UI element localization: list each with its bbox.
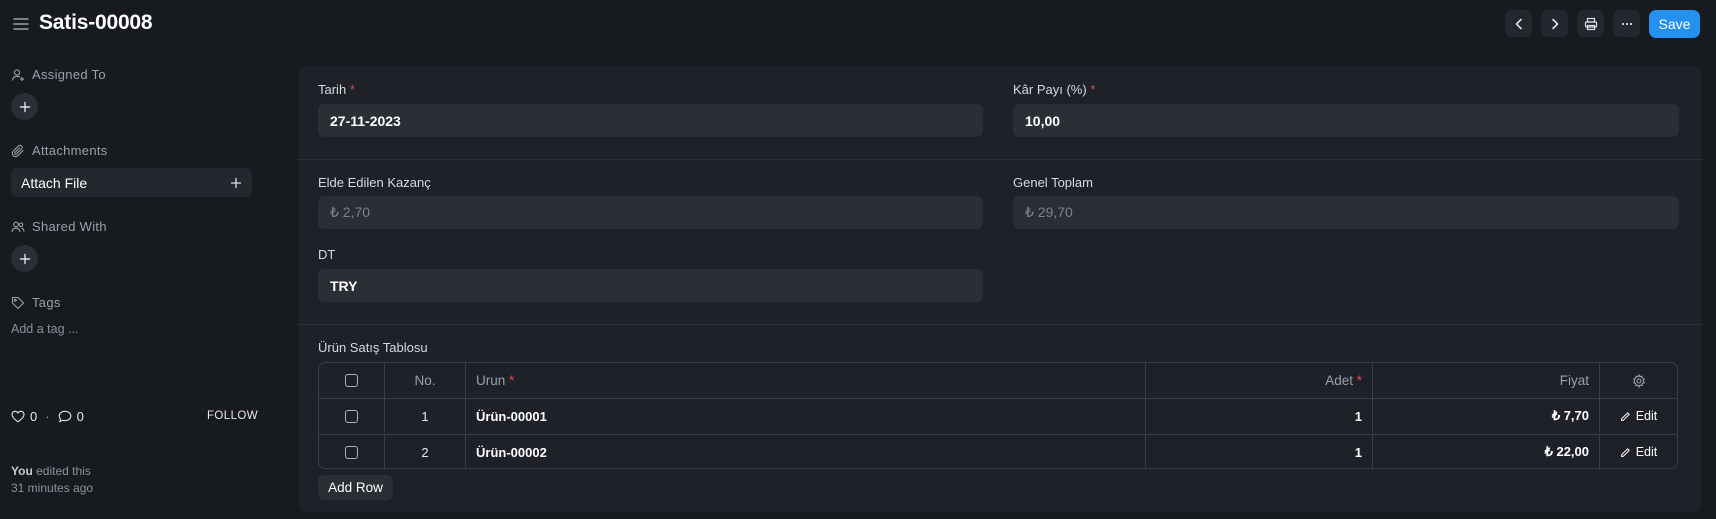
row-fiyat[interactable]: ₺ 7,70 [1373, 399, 1600, 433]
col-header-adet: Adet * [1146, 363, 1373, 398]
select-all-checkbox[interactable] [345, 374, 358, 387]
comment-icon[interactable] [58, 410, 72, 423]
row-urun[interactable]: Ürün-00002 [466, 435, 1146, 468]
chevron-right-icon [1551, 18, 1558, 29]
row-select-cell [319, 435, 385, 468]
dt-label: DT [318, 247, 336, 262]
assigned-to-section: Assigned To [11, 67, 106, 82]
attach-file-label: Attach File [21, 174, 88, 191]
heart-icon[interactable] [11, 410, 25, 423]
previous-doc-button[interactable] [1505, 10, 1532, 37]
more-actions-button[interactable] [1613, 10, 1640, 37]
attachments-label: Attachments [32, 143, 108, 158]
pencil-icon [1620, 411, 1630, 421]
next-doc-button[interactable] [1541, 10, 1568, 37]
add-row-button[interactable]: Add Row [318, 475, 393, 500]
tags-section: Tags [11, 295, 61, 310]
row-adet[interactable]: 1 [1146, 435, 1373, 468]
add-share-button[interactable] [11, 245, 38, 272]
row-edit-cell: Edit [1600, 435, 1677, 468]
row-adet[interactable]: 1 [1146, 399, 1373, 433]
section-divider [298, 159, 1702, 160]
plus-icon [19, 253, 30, 264]
like-comment-bar: 0 · 0 [11, 409, 84, 424]
urun-satis-table: No. Urun * Adet * Fiyat 1 Ürün-00001 1 ₺… [318, 362, 1678, 469]
follow-button[interactable]: FOLLOW [207, 410, 258, 422]
row-checkbox[interactable] [345, 445, 358, 459]
kar-payi-input[interactable]: 10,00 [1013, 104, 1679, 137]
more-horizontal-icon [1621, 22, 1632, 25]
shared-with-label: Shared With [32, 219, 107, 234]
add-assignee-button[interactable] [11, 93, 38, 120]
genel-toplam-label: Genel Toplam [1013, 175, 1093, 190]
activity-time: 31 minutes ago [11, 481, 94, 495]
plus-icon [230, 177, 242, 188]
kazanc-label: Elde Edilen Kazanç [318, 175, 431, 190]
paperclip-icon [11, 144, 24, 157]
row-edit-label: Edit [1635, 409, 1658, 423]
col-header-fiyat: Fiyat [1373, 363, 1600, 398]
row-edit-cell: Edit [1600, 399, 1677, 433]
add-tag-link[interactable]: Add a tag ... [11, 322, 78, 336]
kazanc-field: ₺ 2,70 [318, 196, 983, 229]
sidebar-toggle-icon[interactable] [12, 16, 30, 32]
table-row[interactable]: 2 Ürün-00002 1 ₺ 22,00 Edit [319, 434, 1677, 468]
printer-icon [1584, 17, 1597, 30]
col-header-no: No. [385, 363, 466, 398]
pencil-icon [1620, 447, 1630, 457]
separator-dot: · [45, 409, 50, 424]
select-all-cell [319, 363, 385, 398]
print-button[interactable] [1577, 10, 1604, 37]
activity-log: You edited this 31 minutes ago [11, 463, 93, 497]
activity-text: edited this [36, 464, 91, 478]
section-divider [298, 324, 1702, 325]
kar-payi-label: Kâr Payı (%) * [1013, 82, 1096, 97]
row-select-cell [319, 399, 385, 433]
tarih-label: Tarih * [318, 82, 355, 97]
user-add-icon [11, 68, 24, 81]
activity-user: You [11, 464, 33, 478]
column-settings-button[interactable] [1600, 363, 1677, 398]
col-header-urun: Urun * [466, 363, 1146, 398]
gear-icon [1632, 373, 1645, 388]
assigned-to-label: Assigned To [32, 67, 106, 82]
plus-icon [19, 101, 30, 112]
dt-input[interactable]: TRY [318, 269, 983, 302]
row-edit-button[interactable]: Edit [1620, 445, 1658, 459]
users-icon [11, 221, 25, 232]
table-row[interactable]: 1 Ürün-00001 1 ₺ 7,70 Edit [319, 398, 1677, 433]
chevron-left-icon [1515, 18, 1522, 29]
row-no: 1 [385, 399, 466, 433]
tags-label: Tags [32, 295, 61, 310]
page-title: Satis-00008 [39, 11, 153, 34]
save-button[interactable]: Save [1649, 10, 1700, 38]
row-fiyat[interactable]: ₺ 22,00 [1373, 435, 1600, 468]
tarih-input[interactable]: 27-11-2023 [318, 104, 983, 137]
row-edit-button[interactable]: Edit [1620, 409, 1658, 423]
shared-with-section: Shared With [11, 219, 107, 234]
attachments-section: Attachments [11, 143, 108, 158]
row-checkbox[interactable] [345, 409, 358, 423]
tag-icon [11, 296, 25, 309]
row-edit-label: Edit [1635, 445, 1658, 459]
row-no: 2 [385, 435, 466, 468]
attach-file-button[interactable]: Attach File [11, 168, 252, 197]
likes-count: 0 [30, 409, 38, 424]
comments-count: 0 [76, 409, 84, 424]
row-urun[interactable]: Ürün-00001 [466, 399, 1146, 433]
genel-toplam-field: ₺ 29,70 [1013, 196, 1679, 229]
table-title: Ürün Satış Tablosu [318, 340, 428, 355]
table-header-row: No. Urun * Adet * Fiyat [319, 363, 1677, 398]
